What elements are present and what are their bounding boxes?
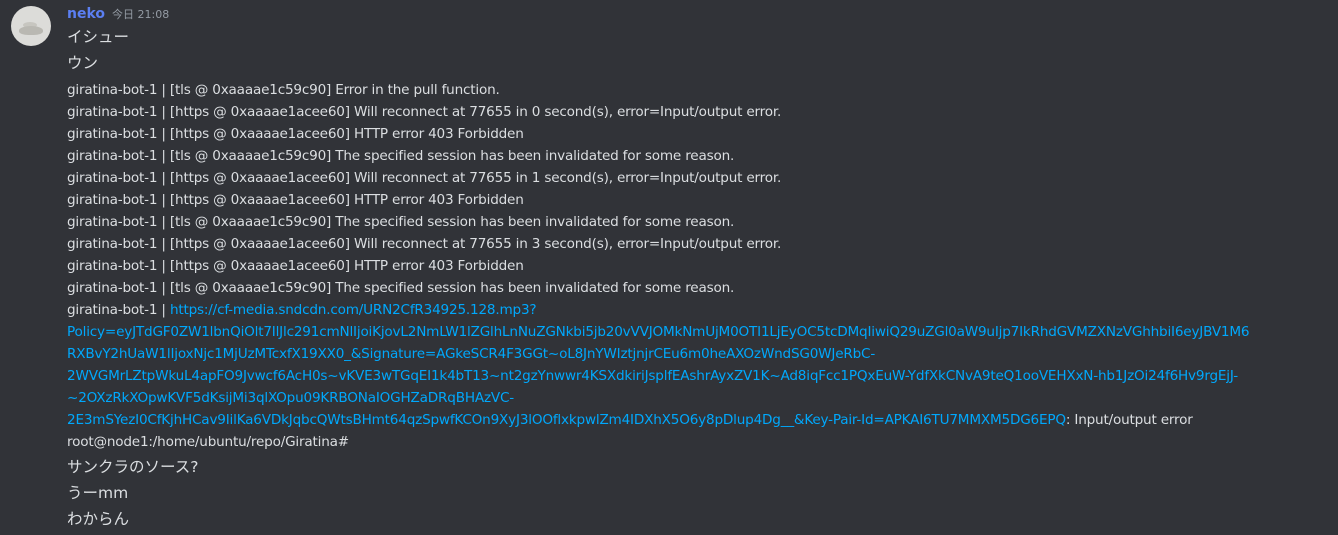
message-line: うーmm bbox=[67, 484, 129, 502]
link-continuation: 2WVGMrLZtpWkuL4apFO9Jvwcf6AcH0s~vKVE3wTG… bbox=[67, 365, 1238, 387]
log-line: giratina-bot-1 | [https @ 0xaaaae1acee60… bbox=[67, 192, 524, 208]
media-link-part[interactable]: 2E3mSYezI0CfKjhHCav9IilKa6VDkJqbcQWtsBHm… bbox=[67, 412, 1066, 428]
log-line: giratina-bot-1 | [https @ 0xaaaae1acee60… bbox=[67, 104, 782, 120]
message-line: サンクラのソース? bbox=[67, 458, 199, 476]
media-link-part[interactable]: Policy=eyJTdGF0ZW1lbnQiOlt7IlJlc291cmNlI… bbox=[67, 324, 1250, 340]
log-line: giratina-bot-1 | [https @ 0xaaaae1acee60… bbox=[67, 170, 782, 186]
media-link-part[interactable]: RXBvY2hUaW1lIjoxNjc1MjUzMTcxfX19XX0_&Sig… bbox=[67, 346, 875, 362]
link-continuation: Policy=eyJTdGF0ZW1lbnQiOlt7IlJlc291cmNlI… bbox=[67, 321, 1250, 343]
timestamp[interactable]: 今日 21:08 bbox=[112, 6, 169, 22]
message-line: イシュー bbox=[67, 28, 130, 46]
log-line: giratina-bot-1 | [tls @ 0xaaaae1c59c90] … bbox=[67, 148, 735, 164]
log-line-with-link: giratina-bot-1 | https://cf-media.sndcdn… bbox=[67, 299, 537, 321]
link-continuation: 2E3mSYezI0CfKjhHCav9IilKa6VDkJqbcQWtsBHm… bbox=[67, 409, 1193, 431]
link-continuation: RXBvY2hUaW1lIjoxNjc1MjUzMTcxfX19XX0_&Sig… bbox=[67, 343, 875, 365]
username[interactable]: neko bbox=[67, 6, 105, 22]
avatar-image-shadow bbox=[19, 26, 43, 35]
link-suffix: : Input/output error bbox=[1065, 412, 1193, 428]
media-link-part[interactable]: ~2OXzRkXOpwKVF5dKsijMi3qlXOpu09KRBONaIOG… bbox=[67, 390, 514, 406]
chat-message: neko 今日 21:08 イシュー ウン giratina-bot-1 | [… bbox=[0, 0, 1338, 535]
message-header: neko 今日 21:08 bbox=[67, 6, 169, 26]
message-line: ウン bbox=[67, 54, 99, 72]
message-line: わからん bbox=[67, 510, 130, 528]
log-line: giratina-bot-1 | [tls @ 0xaaaae1c59c90] … bbox=[67, 280, 735, 296]
shell-prompt: root@node1:/home/ubuntu/repo/Giratina# bbox=[67, 434, 349, 450]
avatar[interactable] bbox=[11, 6, 51, 46]
link-continuation: ~2OXzRkXOpwKVF5dKsijMi3qlXOpu09KRBONaIOG… bbox=[67, 387, 514, 409]
log-line: giratina-bot-1 | [https @ 0xaaaae1acee60… bbox=[67, 236, 782, 252]
log-line: giratina-bot-1 | [tls @ 0xaaaae1c59c90] … bbox=[67, 82, 500, 98]
log-line: giratina-bot-1 | [tls @ 0xaaaae1c59c90] … bbox=[67, 214, 735, 230]
log-prefix: giratina-bot-1 | bbox=[67, 302, 170, 318]
log-line: giratina-bot-1 | [https @ 0xaaaae1acee60… bbox=[67, 258, 524, 274]
media-link[interactable]: https://cf-media.sndcdn.com/URN2CfR34925… bbox=[170, 302, 537, 318]
log-line: giratina-bot-1 | [https @ 0xaaaae1acee60… bbox=[67, 126, 524, 142]
media-link-part[interactable]: 2WVGMrLZtpWkuL4apFO9Jvwcf6AcH0s~vKVE3wTG… bbox=[67, 368, 1238, 384]
